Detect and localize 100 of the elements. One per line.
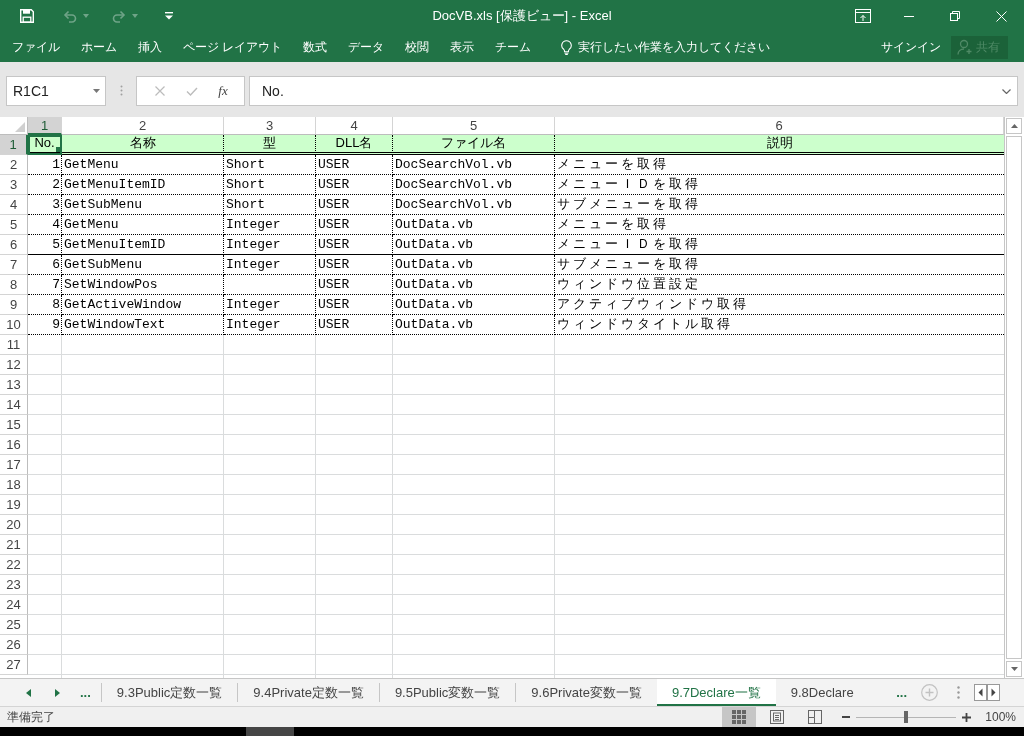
row-header[interactable]: 11: [0, 335, 28, 355]
row-header[interactable]: 17: [0, 455, 28, 475]
lightbulb-icon[interactable]: [561, 39, 573, 55]
table-cell: USER: [316, 175, 393, 195]
scroll-left-icon[interactable]: [974, 684, 987, 701]
normal-view-button[interactable]: [722, 707, 757, 727]
minimize-icon[interactable]: [904, 15, 914, 17]
row-header[interactable]: 20: [0, 515, 28, 535]
sign-in-link[interactable]: サインイン: [881, 38, 941, 56]
header-cell: 名称: [62, 135, 224, 155]
caret-right-icon[interactable]: [55, 688, 60, 697]
insert-function-button[interactable]: fx: [218, 81, 228, 101]
table-cell: OutData.vb: [393, 235, 555, 255]
column-header[interactable]: 2: [62, 117, 224, 135]
row-header[interactable]: 23: [0, 575, 28, 595]
ribbon-tab[interactable]: チーム: [495, 39, 532, 55]
table-cell: Integer: [224, 255, 316, 275]
row-header[interactable]: 1: [0, 135, 28, 155]
ribbon-tab[interactable]: 表示: [450, 39, 475, 55]
sheet-tab[interactable]: 9.3Public定数一覧: [101, 679, 238, 706]
more-sheets-button[interactable]: ...: [896, 685, 907, 700]
save-icon[interactable]: [20, 9, 34, 23]
row-header[interactable]: 10: [0, 315, 28, 335]
page-break-icon: [808, 710, 823, 724]
row-header[interactable]: 9: [0, 295, 28, 315]
table-cell: USER: [316, 255, 393, 275]
column-header[interactable]: 4: [316, 117, 393, 135]
row-header[interactable]: 19: [0, 495, 28, 515]
row-header[interactable]: 4: [0, 195, 28, 215]
ribbon-tab[interactable]: データ: [348, 39, 385, 55]
sheet-tab[interactable]: 9.6Private変数一覧: [516, 679, 657, 706]
table-cell: 8: [28, 295, 62, 315]
row-header[interactable]: 5: [0, 215, 28, 235]
formula-bar-field[interactable]: No.: [249, 76, 1018, 106]
row-header[interactable]: 3: [0, 175, 28, 195]
table-cell: USER: [316, 155, 393, 175]
vertical-dots-icon[interactable]: [957, 686, 960, 699]
table-cell: OutData.vb: [393, 275, 555, 295]
scroll-down-button[interactable]: [1006, 661, 1022, 677]
close-icon[interactable]: [995, 10, 1007, 22]
more-sheets-button[interactable]: ...: [80, 685, 91, 700]
row-header[interactable]: 18: [0, 475, 28, 495]
name-box[interactable]: R1C1: [6, 76, 106, 106]
header-cell: ファイル名: [393, 135, 555, 155]
row-header[interactable]: 13: [0, 375, 28, 395]
table-cell: GetWindowText: [62, 315, 224, 335]
row-header[interactable]: 12: [0, 355, 28, 375]
table-cell: GetMenu: [62, 215, 224, 235]
restore-icon[interactable]: [950, 11, 960, 21]
ribbon-tab[interactable]: ファイル: [12, 39, 60, 55]
table-cell: サブメニューを取得: [555, 195, 1004, 215]
ribbon-tab[interactable]: ホーム: [81, 39, 117, 55]
row-header[interactable]: 26: [0, 635, 28, 655]
row-header[interactable]: 21: [0, 535, 28, 555]
ribbon-tab[interactable]: ページ レイアウト: [183, 39, 283, 55]
customize-menu-icon[interactable]: [165, 12, 173, 20]
table-cell: USER: [316, 315, 393, 335]
ribbon-tab[interactable]: 数式: [303, 39, 328, 55]
ribbon-tab[interactable]: 挿入: [138, 39, 162, 55]
row-header[interactable]: 7: [0, 255, 28, 275]
sheet-tab[interactable]: 9.8Declare: [775, 679, 860, 706]
zoom-level[interactable]: 100%: [985, 708, 1016, 726]
sheet-tab[interactable]: 9.4Private定数一覧: [238, 679, 379, 706]
sheet-tab[interactable]: 9.7Declare一覧: [656, 679, 776, 706]
tell-me-field[interactable]: 実行したい作業を入力してください: [578, 38, 791, 56]
caret-down-icon[interactable]: [93, 89, 100, 93]
table-cell: 3: [28, 195, 62, 215]
row-header[interactable]: 2: [0, 155, 28, 175]
row-header[interactable]: 22: [0, 555, 28, 575]
table-cell: USER: [316, 215, 393, 235]
scroll-up-button[interactable]: [1006, 118, 1022, 134]
row-header[interactable]: 27: [0, 655, 28, 675]
table-cell: Short: [224, 195, 316, 215]
row-header[interactable]: 16: [0, 435, 28, 455]
row-header[interactable]: 25: [0, 615, 28, 635]
row-header[interactable]: 8: [0, 275, 28, 295]
row-header[interactable]: 14: [0, 395, 28, 415]
table-cell: DocSearchVol.vb: [393, 155, 555, 175]
table-cell: Integer: [224, 295, 316, 315]
table-cell: OutData.vb: [393, 315, 555, 335]
ribbon-tab[interactable]: 校閲: [405, 39, 430, 55]
scroll-right-icon[interactable]: [987, 684, 1000, 701]
column-header[interactable]: 6: [555, 117, 1004, 135]
header-cell: No.: [28, 135, 62, 155]
table-cell: OutData.vb: [393, 295, 555, 315]
ribbon-display-icon[interactable]: [855, 9, 871, 23]
column-header[interactable]: 1: [28, 117, 62, 135]
column-header[interactable]: 3: [224, 117, 316, 135]
column-header[interactable]: 5: [393, 117, 555, 135]
slider-thumb[interactable]: [904, 711, 909, 723]
sheet-tab[interactable]: 9.5Public変数一覧: [379, 679, 516, 706]
row-header[interactable]: 15: [0, 415, 28, 435]
zoom-in-icon[interactable]: [962, 712, 972, 722]
table-cell: メニューを取得: [555, 215, 1004, 235]
caret-left-icon[interactable]: [26, 688, 31, 697]
row-header[interactable]: 24: [0, 595, 28, 615]
table-cell: Integer: [224, 215, 316, 235]
row-header[interactable]: 6: [0, 235, 28, 255]
scrollbar-thumb[interactable]: [1006, 136, 1022, 659]
chevron-down-icon[interactable]: [1002, 89, 1011, 94]
